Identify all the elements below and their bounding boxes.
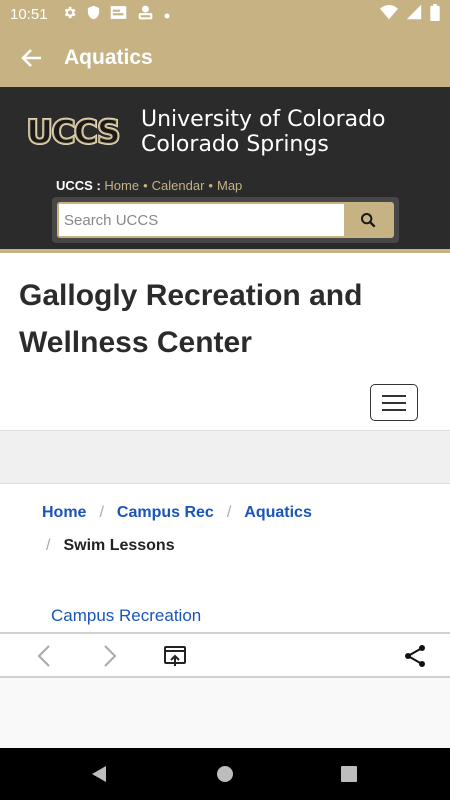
breadcrumb-separator: / [99, 504, 104, 521]
status-left-icons [62, 5, 170, 24]
menu-button[interactable] [370, 384, 418, 421]
status-right-icons [380, 3, 440, 25]
chevron-right-icon [104, 645, 117, 667]
sim-icon [110, 5, 127, 24]
dot-icon [164, 6, 170, 23]
gray-band [0, 430, 450, 484]
uccs-nav-label: UCCS : [56, 178, 101, 193]
accessibility-icon [137, 5, 154, 24]
system-back-button[interactable] [73, 748, 125, 800]
arrow-left-icon [21, 48, 41, 67]
app-bar: Aquatics [0, 28, 450, 87]
system-home-button[interactable] [199, 748, 251, 800]
search-box [57, 202, 394, 238]
uccs-nav: UCCS : Home • Calendar • Map [56, 178, 242, 193]
empty-area [0, 678, 450, 748]
search-icon [361, 213, 376, 228]
nav-separator: • [143, 178, 148, 193]
breadcrumb-separator: / [46, 537, 51, 554]
breadcrumb-campus-rec[interactable]: Campus Rec [117, 504, 214, 521]
back-button[interactable] [0, 28, 64, 87]
university-line1: University of Colorado [141, 107, 386, 132]
nav-separator: • [208, 178, 213, 193]
university-name: University of Colorado Colorado Springs [141, 107, 386, 157]
uccs-header: UCCS UCCS University of Colorado Colorad… [0, 87, 450, 253]
wifi-icon [380, 4, 398, 24]
status-time: 10:51 [10, 5, 48, 23]
battery-icon [430, 3, 440, 25]
share-icon [405, 645, 425, 667]
svg-text:UCCS: UCCS [27, 115, 120, 147]
search-input[interactable] [59, 204, 344, 236]
chevron-left-icon [37, 645, 50, 667]
open-in-browser-icon [164, 646, 186, 666]
campus-recreation-link[interactable]: Campus Recreation [51, 606, 201, 626]
nav-link-calendar[interactable]: Calendar [152, 178, 205, 193]
nav-link-home[interactable]: Home [104, 178, 139, 193]
browser-back-button[interactable] [22, 634, 66, 678]
app-bar-title: Aquatics [64, 45, 153, 69]
breadcrumb-home[interactable]: Home [42, 504, 86, 521]
uccs-logo[interactable]: UCCS UCCS [16, 112, 130, 153]
breadcrumb-line2: / Swim Lessons [42, 529, 432, 562]
square-recents-icon [341, 766, 357, 782]
breadcrumb-separator: / [226, 504, 232, 521]
browser-toolbar [0, 632, 450, 678]
nav-link-map[interactable]: Map [217, 178, 242, 193]
page-title: Gallogly Recreation and Wellness Center [19, 279, 363, 359]
breadcrumb-aquatics[interactable]: Aquatics [244, 504, 312, 521]
university-line2: Colorado Springs [141, 132, 329, 157]
hamburger-menu-icon [382, 394, 406, 397]
open-in-browser-button[interactable] [153, 634, 197, 678]
status-bar: 10:51 [0, 0, 450, 28]
breadcrumb-current: Swim Lessons [63, 537, 175, 554]
signal-icon [406, 4, 422, 24]
system-nav-bar [0, 748, 450, 800]
system-recents-button[interactable] [323, 748, 375, 800]
circle-home-icon [217, 766, 233, 782]
triangle-back-icon [92, 766, 106, 782]
search-button[interactable] [344, 204, 392, 236]
gear-icon [62, 5, 77, 24]
share-button[interactable] [393, 634, 437, 678]
search-container [52, 197, 399, 243]
breadcrumb-line1: Home / Campus Rec / Aquatics [42, 496, 432, 529]
shield-icon [87, 5, 100, 24]
webview[interactable]: UCCS UCCS University of Colorado Colorad… [0, 87, 450, 632]
breadcrumb: Home / Campus Rec / Aquatics / Swim Lessons [42, 496, 432, 562]
browser-forward-button[interactable] [88, 634, 132, 678]
